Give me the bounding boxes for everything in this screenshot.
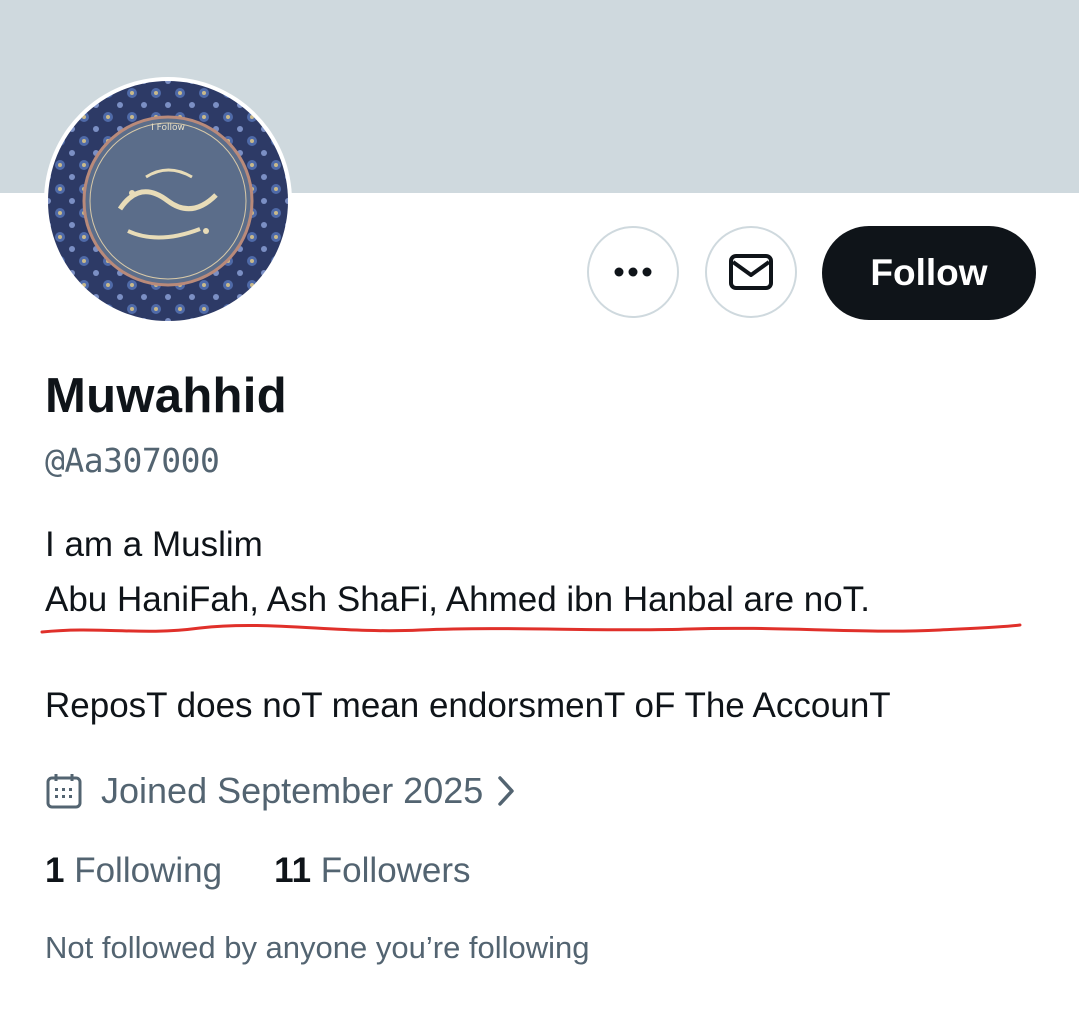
bio-line-2: Abu HaniFah, Ash ShaFi, Ahmed ibn Hanbal…	[45, 580, 870, 619]
message-button[interactable]	[705, 226, 797, 318]
avatar-image	[48, 81, 288, 321]
joined-label: Joined September 2025	[101, 770, 484, 811]
calendar-icon	[45, 772, 83, 810]
user-handle: @Aa307000	[45, 441, 220, 480]
envelope-icon	[729, 254, 773, 290]
follow-stats: 1 Following 11 Followers	[45, 851, 471, 891]
mutuals-note: Not followed by anyone you’re following	[45, 930, 590, 965]
display-name: Muwahhid	[45, 369, 287, 423]
joined-date[interactable]: Joined September 2025	[45, 768, 517, 814]
following-link[interactable]: 1 Following	[45, 851, 222, 890]
followers-label: Followers	[320, 851, 471, 890]
followers-link[interactable]: 11 Followers	[274, 851, 471, 890]
followers-count: 11	[274, 851, 312, 890]
more-icon	[614, 267, 652, 277]
bio-line-3: ReposT does noT mean endorsmenT oF The A…	[45, 686, 891, 725]
follow-button[interactable]: Follow	[822, 226, 1036, 320]
more-button[interactable]	[587, 226, 679, 318]
bio-line-1: I am a Muslim	[45, 525, 263, 564]
avatar[interactable]: I Follow	[44, 77, 292, 325]
avatar-caption: I Follow	[151, 123, 185, 133]
following-label: Following	[74, 851, 223, 890]
chevron-right-icon	[495, 774, 517, 808]
red-underline-annotation	[40, 623, 1022, 634]
following-count: 1	[45, 851, 65, 890]
